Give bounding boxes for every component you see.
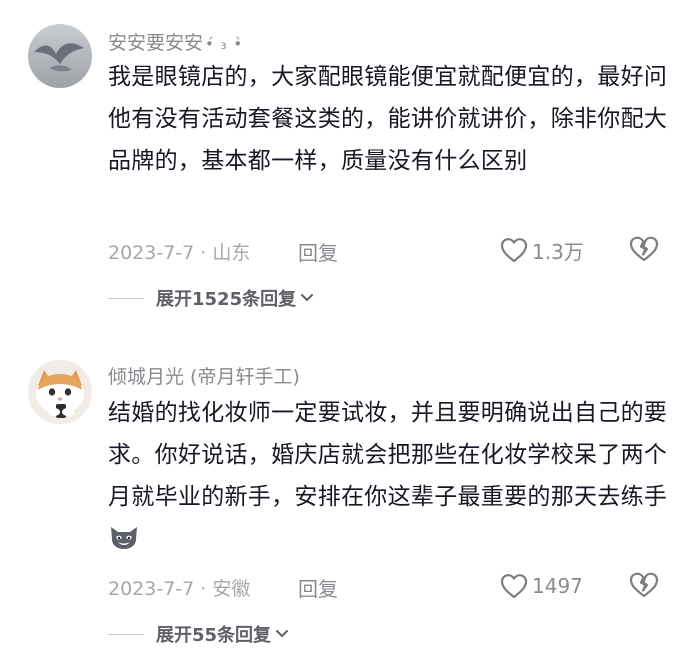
comment-item: 安安要安安 •́ ₃ •̀ 我是眼镜店的，大家配眼镜能便宜就配便宜的，最好问他有没… <box>0 0 690 330</box>
heart-outline-icon <box>500 238 528 263</box>
expand-replies-button[interactable]: 展开55条回复 <box>108 622 289 646</box>
cat-emoji-icon <box>111 527 137 549</box>
dislike-button[interactable] <box>628 235 662 265</box>
comment-item: 倾城月光 (帝月轩手工) 结婚的找化妆师一定要试妆，并且要明确说出自己的要求。你… <box>0 336 690 666</box>
username[interactable]: 安安要安安 •́ ₃ •̀ <box>108 28 243 55</box>
like-count: 1.3万 <box>532 239 584 264</box>
expand-replies-button[interactable]: 展开1525条回复 <box>108 286 314 310</box>
avatar[interactable] <box>28 360 92 424</box>
expand-divider <box>108 297 144 299</box>
username-decoration: •́ ₃ •̀ <box>205 35 244 53</box>
dislike-button[interactable] <box>628 571 662 601</box>
comment-meta: 2023-7-7 · 安徽 <box>108 578 251 600</box>
expand-label: 展开1525条回复 <box>156 289 297 310</box>
avatar[interactable] <box>28 24 92 88</box>
comment-meta: 2023-7-7 · 山东 <box>108 242 251 264</box>
comment-text: 我是眼镜店的，大家配眼镜能便宜就配便宜的，最好问他有没有活动套餐这类的，能讲价就… <box>108 64 668 174</box>
like-button[interactable]: 1.3万 <box>500 235 584 265</box>
comment-text: 结婚的找化妆师一定要试妆，并且要明确说出自己的要求。你好说话，婚庆店就会把那些在… <box>108 392 668 560</box>
username-text: 安安要安安 <box>108 32 204 54</box>
broken-heart-icon <box>629 572 659 598</box>
chevron-down-icon <box>301 294 314 301</box>
comment-text-body: 结婚的找化妆师一定要试妆，并且要明确说出自己的要求。你好说话，婚庆店就会把那些在… <box>108 400 668 510</box>
expand-label: 展开55条回复 <box>156 625 272 646</box>
reply-button[interactable]: 回复 <box>298 573 338 602</box>
reply-button[interactable]: 回复 <box>298 237 338 266</box>
heart-outline-icon <box>500 574 528 599</box>
like-button[interactable]: 1497 <box>500 571 583 601</box>
expand-divider <box>108 633 144 635</box>
chevron-down-icon <box>276 630 289 637</box>
broken-heart-icon <box>629 236 659 262</box>
like-count: 1497 <box>532 574 583 598</box>
username[interactable]: 倾城月光 (帝月轩手工) <box>108 362 300 389</box>
